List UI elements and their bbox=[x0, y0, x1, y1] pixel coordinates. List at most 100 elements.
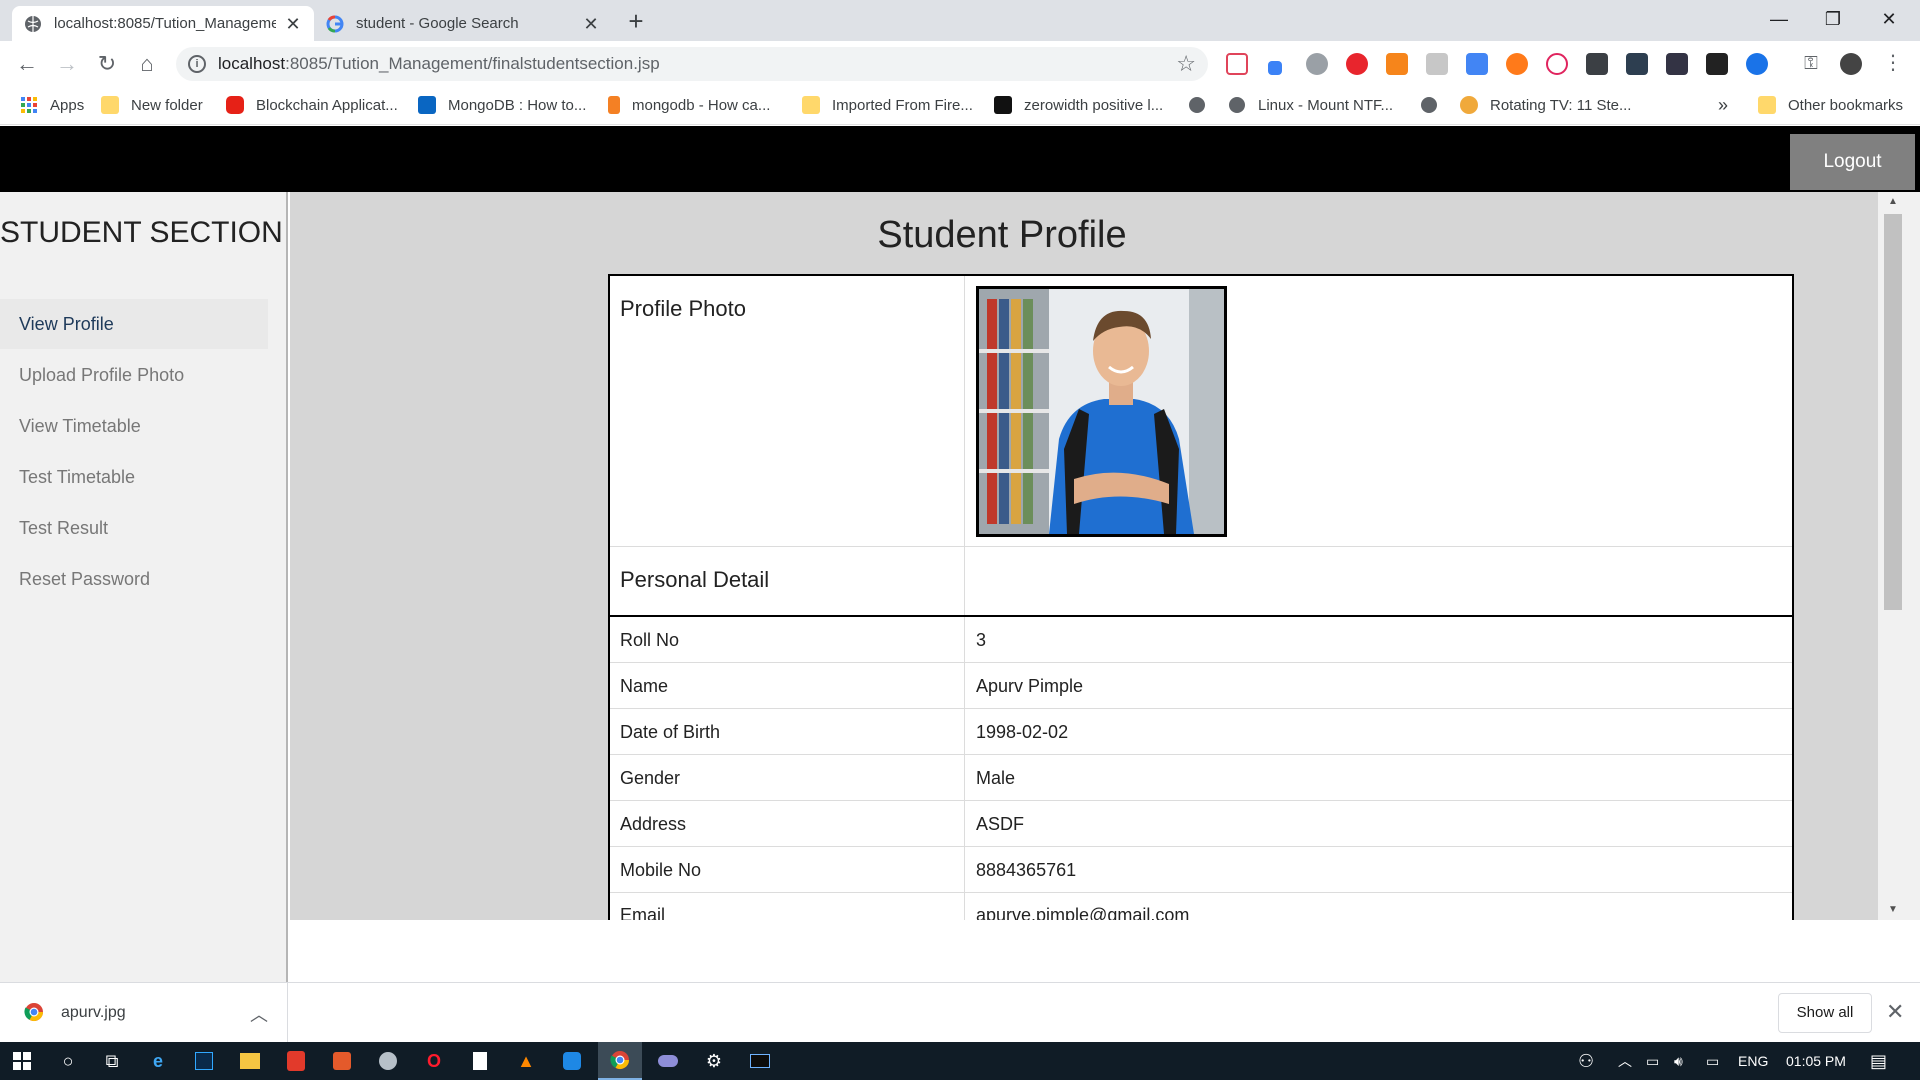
bookmark-rotating-tv[interactable]: Rotating TV: 11 Ste... bbox=[1460, 87, 1631, 123]
refresh-extension-icon[interactable] bbox=[1506, 53, 1528, 75]
list-extension-icon[interactable] bbox=[1666, 53, 1688, 75]
tab-tution-management[interactable]: localhost:8085/Tution_Management/finalst… bbox=[12, 6, 314, 41]
bookmark-new-folder[interactable]: New folder bbox=[101, 87, 203, 123]
pocket-extension-icon[interactable] bbox=[1226, 53, 1248, 75]
reload-icon[interactable]: ↻ bbox=[92, 49, 122, 79]
bookmark-star-icon[interactable]: ☆ bbox=[1176, 51, 1196, 77]
photoshop-icon[interactable] bbox=[182, 1042, 226, 1080]
minimize-window-button[interactable]: — bbox=[1752, 0, 1806, 38]
sidebar-item-upload-profile-photo[interactable]: Upload Profile Photo bbox=[0, 350, 268, 400]
r-extension-icon[interactable] bbox=[1706, 53, 1728, 75]
settings-extension-icon[interactable] bbox=[1306, 53, 1328, 75]
bookmark-mongodb-how-to[interactable]: MongoDB : How to... bbox=[418, 87, 586, 123]
menu-dots-icon[interactable]: ⋮ bbox=[1882, 53, 1904, 75]
settings-gear-icon[interactable]: ⚙ bbox=[692, 1042, 736, 1080]
close-window-button[interactable]: ✕ bbox=[1862, 0, 1916, 38]
volume-icon[interactable]: 🔊︎ bbox=[1674, 1042, 1683, 1080]
bookmark-imported[interactable]: Imported From Fire... bbox=[802, 87, 973, 123]
brave-icon[interactable] bbox=[274, 1042, 318, 1080]
show-all-downloads-button[interactable]: Show all bbox=[1778, 993, 1872, 1033]
bookmark-zerowidth[interactable]: zerowidth positive l... bbox=[994, 87, 1163, 123]
camera-extension-icon[interactable] bbox=[1426, 53, 1448, 75]
scrollbar-thumb[interactable] bbox=[1884, 214, 1902, 610]
table-row: Email apurve.pimple@gmail.com bbox=[610, 893, 1792, 920]
earth-extension-icon[interactable] bbox=[1746, 53, 1768, 75]
sidebar-item-view-profile[interactable]: View Profile bbox=[0, 299, 268, 349]
page-blank-area bbox=[290, 920, 1920, 982]
field-label-email: Email bbox=[620, 905, 666, 920]
new-tab-button[interactable]: + bbox=[622, 8, 650, 36]
back-arrow-icon[interactable]: ← bbox=[12, 49, 42, 79]
clock[interactable]: 01:05 PM bbox=[1786, 1042, 1846, 1080]
close-download-shelf-icon[interactable]: ✕ bbox=[1886, 999, 1904, 1025]
field-value-mobile-no: 8884365761 bbox=[976, 860, 1077, 880]
logout-button[interactable]: Logout bbox=[1790, 134, 1915, 190]
windows-start-icon[interactable] bbox=[0, 1042, 44, 1080]
bookmarks-overflow-chevron-icon[interactable]: » bbox=[1718, 87, 1728, 123]
restore-window-button[interactable]: ❐ bbox=[1806, 0, 1860, 38]
bookmark-blockchain[interactable]: Blockchain Applicat... bbox=[226, 87, 398, 123]
notepad-icon[interactable] bbox=[458, 1042, 502, 1080]
sidebar-item-reset-password[interactable]: Reset Password bbox=[0, 554, 268, 604]
tab-title: student - Google Search bbox=[356, 15, 519, 32]
bookmark-globe-2[interactable] bbox=[1420, 87, 1450, 123]
close-tab-icon[interactable]: ✕ bbox=[284, 15, 302, 33]
language-indicator[interactable]: ENG bbox=[1738, 1042, 1768, 1080]
sidebar-item-view-timetable[interactable]: View Timetable bbox=[0, 401, 268, 451]
opera-icon[interactable]: O bbox=[412, 1042, 456, 1080]
scroll-down-arrow-icon[interactable]: ▼ bbox=[1884, 904, 1902, 915]
site-info-icon[interactable]: i bbox=[188, 55, 206, 73]
bookmark-label: zerowidth positive l... bbox=[1024, 96, 1164, 114]
file-explorer-icon[interactable] bbox=[228, 1042, 272, 1080]
scroll-up-arrow-icon[interactable]: ▲ bbox=[1884, 196, 1902, 207]
notifications-icon[interactable]: ▤ bbox=[1870, 1042, 1887, 1080]
people-icon[interactable]: ⚇ bbox=[1578, 1042, 1594, 1080]
chrome-taskbar-icon[interactable] bbox=[598, 1042, 642, 1080]
app-orange-icon[interactable] bbox=[320, 1042, 364, 1080]
download-item[interactable]: apurv.jpg ︿ bbox=[0, 983, 288, 1043]
home-icon[interactable]: ⌂ bbox=[132, 49, 162, 79]
bookmark-globe[interactable] bbox=[1188, 87, 1218, 123]
color-picker-extension-icon[interactable] bbox=[1268, 61, 1282, 75]
network-icon[interactable]: ▭ bbox=[1706, 1042, 1719, 1080]
field-label-mobile-no: Mobile No bbox=[620, 860, 702, 880]
app-purple-icon[interactable] bbox=[646, 1042, 690, 1080]
chevron-up-icon[interactable]: ︿ bbox=[250, 1001, 268, 1027]
bookmark-other-bookmarks[interactable]: Other bookmarks bbox=[1758, 87, 1903, 123]
bookmark-apps[interactable]: Apps bbox=[20, 87, 84, 123]
bookmark-linux-mount[interactable]: Linux - Mount NTF... bbox=[1228, 87, 1393, 123]
personal-detail-label: Personal Detail bbox=[620, 567, 770, 592]
search-icon[interactable]: ○ bbox=[46, 1042, 90, 1080]
bookmark-label: Other bookmarks bbox=[1788, 96, 1904, 114]
url-path: :8085/Tution_Management/finalstudentsect… bbox=[285, 54, 660, 73]
app-bird-icon[interactable] bbox=[366, 1042, 410, 1080]
page-scrollbar[interactable]: ▲ ▼ bbox=[1878, 192, 1920, 920]
metamask-extension-icon[interactable] bbox=[1386, 53, 1408, 75]
vlc-icon[interactable]: ▲ bbox=[504, 1042, 548, 1080]
chrome-icon bbox=[610, 1051, 629, 1070]
sidebar-item-test-result[interactable]: Test Result bbox=[0, 503, 268, 553]
field-value-gender: Male bbox=[976, 768, 1016, 788]
battery-icon[interactable]: ▭ bbox=[1646, 1042, 1659, 1080]
tab-google-search[interactable]: student - Google Search ✕ bbox=[314, 6, 612, 41]
address-bar[interactable]: i localhost:8085/Tution_Management/final… bbox=[176, 47, 1208, 81]
bookmark-mongodb-how-ca[interactable]: mongodb - How ca... bbox=[608, 87, 770, 123]
app-blue-icon[interactable] bbox=[550, 1042, 594, 1080]
adblock-extension-icon[interactable] bbox=[1346, 53, 1368, 75]
selenium-extension-icon[interactable] bbox=[1586, 53, 1608, 75]
sidebar-item-test-timetable[interactable]: Test Timetable bbox=[0, 452, 268, 502]
edge-icon[interactable]: e bbox=[136, 1042, 180, 1080]
forward-arrow-icon[interactable]: → bbox=[52, 49, 82, 79]
s-extension-icon[interactable] bbox=[1626, 53, 1648, 75]
key-icon[interactable]: ⚿ bbox=[1800, 53, 1822, 75]
play-extension-icon[interactable] bbox=[1546, 53, 1568, 75]
personal-detail-row: Personal Detail bbox=[610, 547, 1792, 617]
tray-chevron-icon[interactable]: ︿ bbox=[1618, 1042, 1632, 1080]
terminal-icon[interactable] bbox=[738, 1042, 782, 1080]
close-tab-icon[interactable]: ✕ bbox=[582, 15, 600, 33]
profile-avatar[interactable] bbox=[1840, 53, 1862, 75]
translate-extension-icon[interactable] bbox=[1466, 53, 1488, 75]
task-view-icon[interactable]: ⧉ bbox=[90, 1042, 134, 1080]
profile-photo bbox=[976, 286, 1227, 537]
tv-icon bbox=[1460, 96, 1478, 114]
